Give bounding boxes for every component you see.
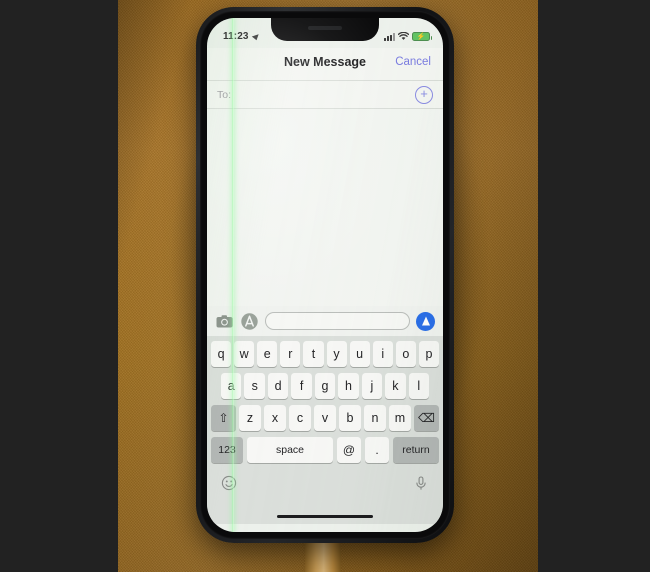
- key-m[interactable]: m: [389, 405, 411, 431]
- key-x[interactable]: x: [264, 405, 286, 431]
- shift-key[interactable]: ⇧: [211, 405, 236, 431]
- numbers-key[interactable]: 123: [211, 437, 243, 463]
- keyboard-row-3: ⇧ z x c v b n m ⌫: [209, 405, 441, 431]
- recipient-field-row[interactable]: To: +: [207, 80, 443, 109]
- period-key[interactable]: .: [365, 437, 389, 463]
- send-button[interactable]: [416, 311, 435, 331]
- key-t[interactable]: t: [303, 341, 324, 367]
- camera-icon[interactable]: [215, 312, 234, 331]
- keyboard-row-1: q w e r t y u i o p: [209, 341, 441, 367]
- return-key[interactable]: return: [393, 437, 439, 463]
- key-f[interactable]: f: [291, 373, 312, 399]
- key-b[interactable]: b: [339, 405, 361, 431]
- page-title: New Message: [284, 55, 366, 69]
- key-c[interactable]: c: [289, 405, 311, 431]
- microphone-icon[interactable]: [413, 475, 429, 491]
- letterbox-bar-left: [0, 0, 118, 572]
- phone-screen: 11:23 ⚡ New Message Cancel To: + q w e r…: [207, 18, 443, 532]
- home-indicator[interactable]: [277, 514, 373, 518]
- key-s[interactable]: s: [244, 373, 265, 399]
- key-u[interactable]: u: [349, 341, 370, 367]
- location-arrow-icon: [251, 31, 261, 41]
- emoji-smiley-icon[interactable]: [221, 475, 237, 491]
- recipient-input[interactable]: [235, 88, 409, 103]
- key-o[interactable]: o: [395, 341, 416, 367]
- message-input-bar: [207, 306, 443, 336]
- wifi-icon: [398, 32, 409, 41]
- message-input[interactable]: [265, 312, 410, 330]
- key-a[interactable]: a: [221, 373, 242, 399]
- key-l[interactable]: l: [408, 373, 429, 399]
- key-w[interactable]: w: [234, 341, 255, 367]
- at-key[interactable]: @: [337, 437, 361, 463]
- letterbox-bar-right: [538, 0, 650, 572]
- app-store-icon[interactable]: [240, 312, 259, 331]
- key-j[interactable]: j: [361, 373, 383, 399]
- recipient-label: To:: [217, 89, 232, 101]
- key-r[interactable]: r: [280, 341, 301, 367]
- key-d[interactable]: d: [267, 373, 289, 399]
- key-q[interactable]: q: [211, 341, 232, 367]
- cancel-button[interactable]: Cancel: [395, 56, 431, 68]
- backspace-key[interactable]: ⌫: [414, 405, 439, 431]
- charging-bolt-icon: ⚡: [416, 33, 426, 40]
- battery-charging-icon: ⚡: [412, 32, 432, 41]
- space-key[interactable]: space: [247, 437, 333, 463]
- display-notch: [271, 18, 379, 41]
- key-e[interactable]: e: [257, 341, 278, 367]
- smartphone-device: 11:23 ⚡ New Message Cancel To: + q w e r…: [196, 7, 454, 543]
- status-indicators: ⚡: [384, 31, 432, 41]
- onscreen-keyboard: q w e r t y u i o p a s d f g h j k l ⇧ …: [207, 336, 443, 524]
- keyboard-row-4: 123 space @ . return: [209, 437, 441, 463]
- key-n[interactable]: n: [364, 405, 386, 431]
- status-time: 11:23: [223, 31, 249, 42]
- key-y[interactable]: y: [326, 341, 347, 367]
- key-p[interactable]: p: [418, 341, 439, 367]
- keyboard-footer: [209, 469, 441, 493]
- cellular-signal-icon: [384, 33, 395, 41]
- key-h[interactable]: h: [338, 373, 359, 399]
- navigation-bar: New Message Cancel: [207, 48, 443, 80]
- earpiece-speaker-icon: [308, 26, 342, 30]
- key-g[interactable]: g: [314, 373, 336, 399]
- keyboard-row-2: a s d f g h j k l: [209, 373, 441, 399]
- key-v[interactable]: v: [314, 405, 336, 431]
- key-z[interactable]: z: [239, 405, 261, 431]
- photograph-scene: 11:23 ⚡ New Message Cancel To: + q w e r…: [0, 0, 650, 572]
- key-k[interactable]: k: [385, 373, 406, 399]
- conversation-area: [207, 109, 443, 306]
- add-contact-button[interactable]: +: [415, 86, 433, 104]
- key-i[interactable]: i: [372, 341, 393, 367]
